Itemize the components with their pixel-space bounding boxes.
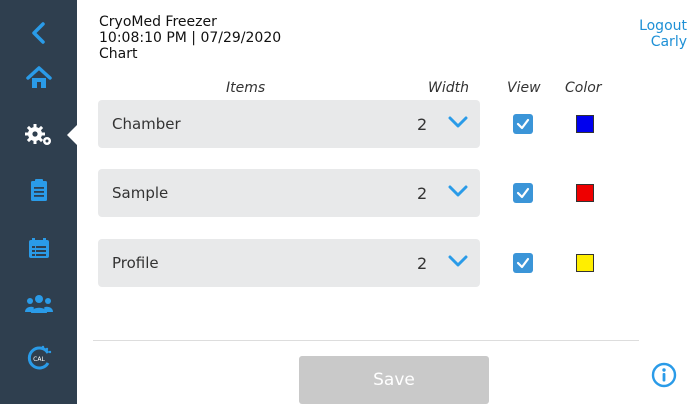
nav-calendar[interactable] [0, 228, 77, 268]
color-swatch[interactable] [576, 254, 594, 272]
user-name: Carly [650, 34, 687, 50]
calendar-list-icon [28, 238, 49, 258]
header: CryoMed Freezer 10:08:10 PM | 07/29/2020… [99, 14, 281, 62]
chevron-down-icon[interactable] [448, 254, 468, 268]
view-checkbox[interactable] [513, 253, 533, 273]
chart-item-row: Profile 2 [98, 239, 480, 287]
active-indicator [67, 124, 78, 146]
chevron-down-icon[interactable] [448, 115, 468, 129]
column-header-view: View [507, 80, 541, 96]
home-icon [25, 66, 52, 88]
chart-item-row: Chamber 2 [98, 100, 480, 148]
checkmark-icon [516, 187, 530, 199]
column-header-width: Width [428, 80, 469, 96]
divider [93, 340, 639, 341]
datetime: 10:08:10 PM | 07/29/2020 [99, 30, 282, 46]
users-icon [24, 295, 53, 313]
clipboard-icon [30, 179, 47, 201]
nav-settings[interactable] [0, 115, 78, 155]
gears-icon [24, 124, 51, 145]
save-button[interactable]: Save [299, 356, 489, 404]
item-label: Profile [112, 254, 159, 272]
logout-link[interactable]: Logout Carly [639, 18, 687, 50]
width-value[interactable]: 2 [417, 115, 427, 134]
view-checkbox[interactable] [513, 114, 533, 134]
info-icon[interactable] [651, 362, 677, 388]
checkmark-icon [516, 257, 530, 269]
column-header-color: Color [565, 80, 602, 96]
nav-clipboard[interactable] [0, 170, 77, 210]
checkmark-icon [516, 118, 530, 130]
back-button[interactable] [0, 13, 77, 53]
device-name: CryoMed Freezer [99, 14, 217, 30]
item-label: Chamber [112, 115, 181, 133]
width-value[interactable]: 2 [417, 184, 427, 203]
sidebar: CAL [0, 0, 78, 404]
nav-home[interactable] [0, 58, 77, 98]
column-header-items: Items [226, 80, 266, 96]
width-value[interactable]: 2 [417, 254, 427, 273]
view-checkbox[interactable] [513, 183, 533, 203]
color-swatch[interactable] [576, 184, 594, 202]
item-label: Sample [112, 184, 169, 202]
chevron-down-icon[interactable] [448, 184, 468, 198]
back-chevron-icon [31, 22, 45, 44]
svg-text:CAL: CAL [33, 356, 45, 363]
page-title: Chart [99, 46, 138, 62]
color-swatch[interactable] [576, 115, 594, 133]
nav-users[interactable] [0, 284, 77, 324]
calibration-icon: CAL [27, 345, 51, 370]
logout-label: Logout [639, 18, 687, 34]
chart-item-row: Sample 2 [98, 169, 480, 217]
nav-calibration[interactable]: CAL [0, 338, 77, 378]
